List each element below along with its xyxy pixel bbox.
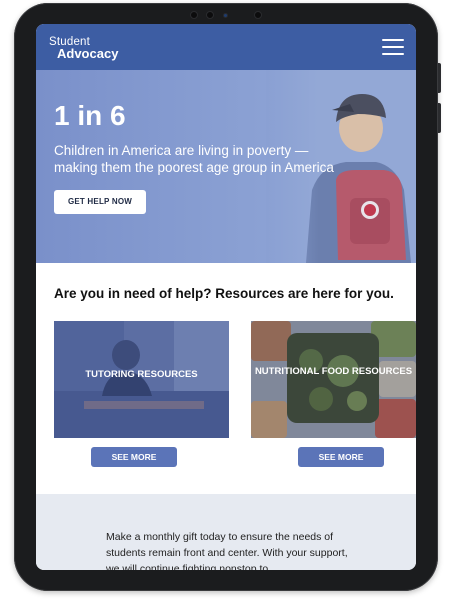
top-nav-bar: Student Advocacy [36, 24, 416, 70]
tutoring-resources-card[interactable]: TUTORING RESOURCES [54, 321, 229, 438]
gift-section: Make a monthly gift today to ensure the … [36, 494, 416, 570]
camera-icon [206, 11, 214, 19]
see-more-tutoring-button[interactable]: SEE MORE [91, 447, 177, 467]
sensor-icon [223, 13, 228, 18]
camera-icon [254, 11, 262, 19]
tutoring-card-label: TUTORING RESOURCES [85, 369, 198, 380]
hero-banner: 1 in 6 Children in America are living in… [36, 70, 416, 263]
hamburger-menu-icon[interactable] [382, 39, 404, 55]
brand-logo[interactable]: Student Advocacy [49, 36, 118, 60]
get-help-now-button[interactable]: GET HELP NOW [54, 190, 146, 214]
food-card-label: NUTRITIONAL FOOD RESOURCES [254, 366, 413, 377]
brand-line2: Advocacy [57, 46, 119, 61]
food-resources-card[interactable]: NUTRITIONAL FOOD RESOURCES [251, 321, 416, 438]
volume-button [438, 63, 441, 93]
resources-heading: Are you in need of help? Resources are h… [54, 286, 394, 301]
hero-subtext: Children in America are living in povert… [54, 143, 334, 175]
gift-text: Make a monthly gift today to ensure the … [106, 531, 348, 570]
hero-headline: 1 in 6 [54, 100, 126, 131]
camera-icon [190, 11, 198, 19]
see-more-food-button[interactable]: SEE MORE [298, 447, 384, 467]
screen: Student Advocacy 1 in 6 Children in Amer… [36, 24, 416, 570]
volume-button [438, 103, 441, 133]
